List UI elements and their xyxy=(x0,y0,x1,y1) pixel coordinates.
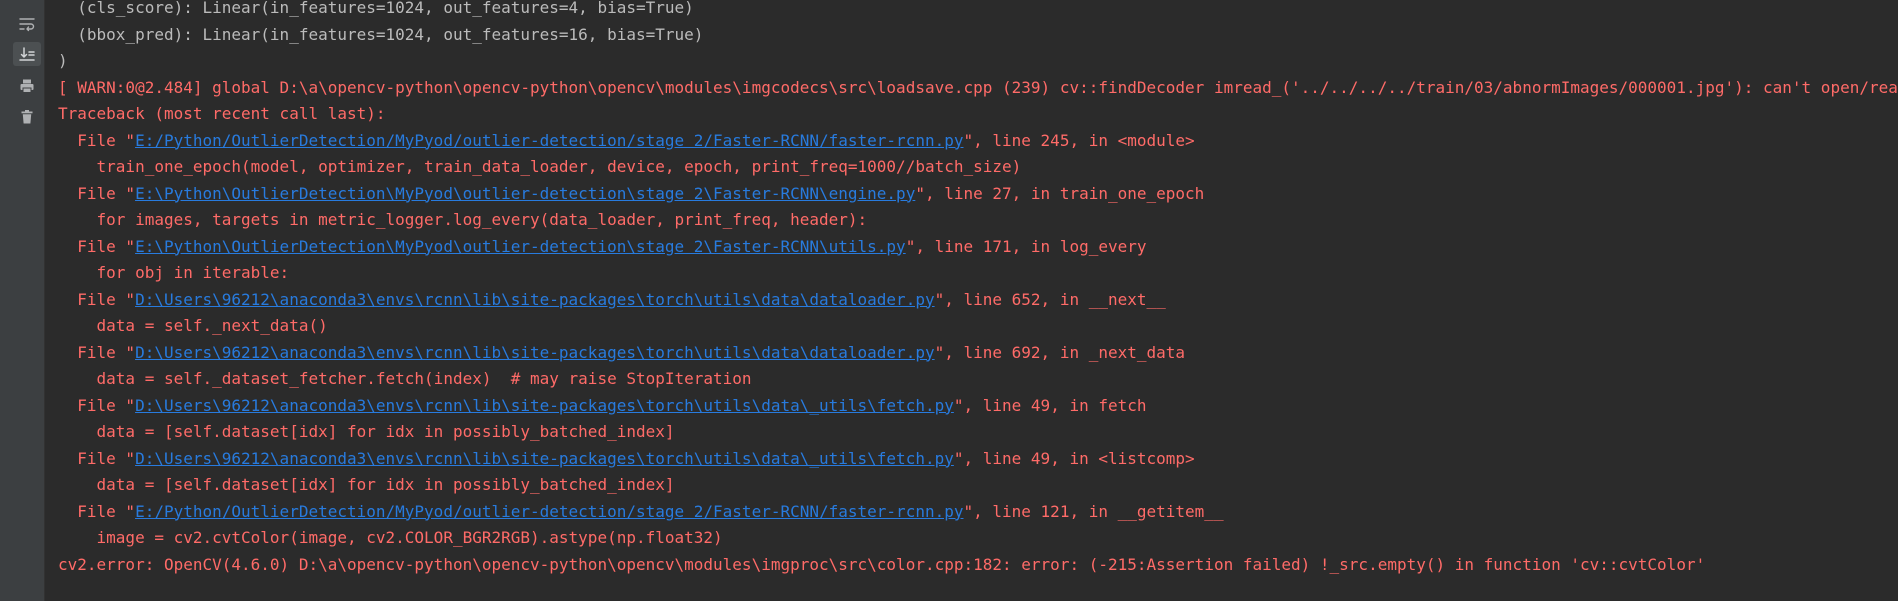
console-text: ", line 49, in <listcomp> xyxy=(953,448,1195,468)
console-output[interactable]: (cls_score): Linear(in_features=1024, ou… xyxy=(58,0,1898,601)
file-path-link[interactable]: E:\Python\OutlierDetection\MyPyod\outlie… xyxy=(135,237,906,256)
console-error-line: data = self._next_data() xyxy=(58,313,1898,340)
console-error-line: data = self._dataset_fetcher.fetch(index… xyxy=(58,366,1898,393)
console-error-line: train_one_epoch(model, optimizer, train_… xyxy=(58,154,1898,181)
console-text: File " xyxy=(58,130,136,150)
console-text: File " xyxy=(58,289,136,309)
console-error-line: File "E:\Python\OutlierDetection\MyPyod\… xyxy=(58,181,1898,208)
print-icon xyxy=(20,79,34,93)
console-error-line: [ WARN:0@2.484] global D:\a\opencv-pytho… xyxy=(58,75,1898,102)
console-text: ", line 121, in __getitem__ xyxy=(963,501,1224,521)
console-error-line: File "E:\Python\OutlierDetection\MyPyod\… xyxy=(58,234,1898,261)
console-text: File " xyxy=(58,448,136,468)
console-text: for obj in iterable: xyxy=(58,263,290,282)
console-text: File " xyxy=(58,395,136,415)
console-text: ", line 27, in train_one_epoch xyxy=(915,183,1205,203)
file-path-link[interactable]: E:\Python\OutlierDetection\MyPyod\outlie… xyxy=(135,184,915,203)
console-error-line: for images, targets in metric_logger.log… xyxy=(58,207,1898,234)
console-text: data = self._dataset_fetcher.fetch(index… xyxy=(58,369,752,388)
console-output-line: ) xyxy=(58,48,1898,75)
file-path-link[interactable]: D:\Users\96212\anaconda3\envs\rcnn\lib\s… xyxy=(135,449,954,468)
console-text: ", line 171, in log_every xyxy=(905,236,1147,256)
console-text: image = cv2.cvtColor(image, cv2.COLOR_BG… xyxy=(58,528,723,547)
console-text: ) xyxy=(58,51,68,70)
soft-wrap-icon xyxy=(19,18,35,32)
console-output-line: (cls_score): Linear(in_features=1024, ou… xyxy=(58,0,1898,22)
console-text: cv2.error: OpenCV(4.6.0) D:\a\opencv-pyt… xyxy=(58,554,1706,574)
console-text: data = [self.dataset[idx] for idx in pos… xyxy=(58,475,675,494)
console-toolbar xyxy=(0,0,45,601)
console-error-line: File "E:/Python/OutlierDetection/MyPyod/… xyxy=(58,499,1898,526)
console-error-line: image = cv2.cvtColor(image, cv2.COLOR_BG… xyxy=(58,525,1898,552)
console-text: File " xyxy=(58,501,136,521)
console-error-line: File "D:\Users\96212\anaconda3\envs\rcnn… xyxy=(58,340,1898,367)
file-path-link[interactable]: E:/Python/OutlierDetection/MyPyod/outlie… xyxy=(135,131,963,150)
console-text: ", line 245, in <module> xyxy=(963,130,1195,150)
console-text: Traceback (most recent call last): xyxy=(58,104,386,123)
console-text: ", line 692, in _next_data xyxy=(934,342,1186,362)
console-error-line: File "D:\Users\96212\anaconda3\envs\rcnn… xyxy=(58,393,1898,420)
console-error-line: File "E:/Python/OutlierDetection/MyPyod/… xyxy=(58,128,1898,155)
console-text: ", line 49, in fetch xyxy=(953,395,1147,415)
console-text: (bbox_pred): Linear(in_features=1024, ou… xyxy=(58,24,704,44)
console-error-line: File "D:\Users\96212\anaconda3\envs\rcnn… xyxy=(58,446,1898,473)
console-error-line: data = [self.dataset[idx] for idx in pos… xyxy=(58,419,1898,446)
console-error-line: cv2.error: OpenCV(4.6.0) D:\a\opencv-pyt… xyxy=(58,552,1898,579)
console-text: ", line 652, in __next__ xyxy=(934,289,1166,309)
console-text: File " xyxy=(58,342,136,362)
console-text: data = [self.dataset[idx] for idx in pos… xyxy=(58,422,675,441)
console-error-line: for obj in iterable: xyxy=(58,260,1898,287)
console-error-line: Traceback (most recent call last): xyxy=(58,101,1898,128)
file-path-link[interactable]: D:\Users\96212\anaconda3\envs\rcnn\lib\s… xyxy=(135,290,935,309)
console-text: train_one_epoch(model, optimizer, train_… xyxy=(58,157,1022,176)
clear-all-button[interactable] xyxy=(13,105,41,129)
console-output-line: (bbox_pred): Linear(in_features=1024, ou… xyxy=(58,22,1898,49)
console-text: File " xyxy=(58,236,136,256)
print-button[interactable] xyxy=(13,74,41,98)
file-path-link[interactable]: D:\Users\96212\anaconda3\envs\rcnn\lib\s… xyxy=(135,343,935,362)
console-error-line: File "D:\Users\96212\anaconda3\envs\rcnn… xyxy=(58,287,1898,314)
console-text: File " xyxy=(58,183,136,203)
file-path-link[interactable]: D:\Users\96212\anaconda3\envs\rcnn\lib\s… xyxy=(135,396,954,415)
soft-wrap-button[interactable] xyxy=(13,12,41,36)
console-text: for images, targets in metric_logger.log… xyxy=(58,210,868,229)
console-text: data = self._next_data() xyxy=(58,316,328,335)
console-error-line: data = [self.dataset[idx] for idx in pos… xyxy=(58,472,1898,499)
console-text: [ WARN:0@2.484] global D:\a\opencv-pytho… xyxy=(58,77,1898,97)
trash-icon xyxy=(21,110,33,124)
scroll-to-end-button[interactable] xyxy=(13,42,41,66)
console-text: (cls_score): Linear(in_features=1024, ou… xyxy=(58,0,694,17)
file-path-link[interactable]: E:/Python/OutlierDetection/MyPyod/outlie… xyxy=(135,502,963,521)
scroll-to-end-icon xyxy=(19,47,35,61)
